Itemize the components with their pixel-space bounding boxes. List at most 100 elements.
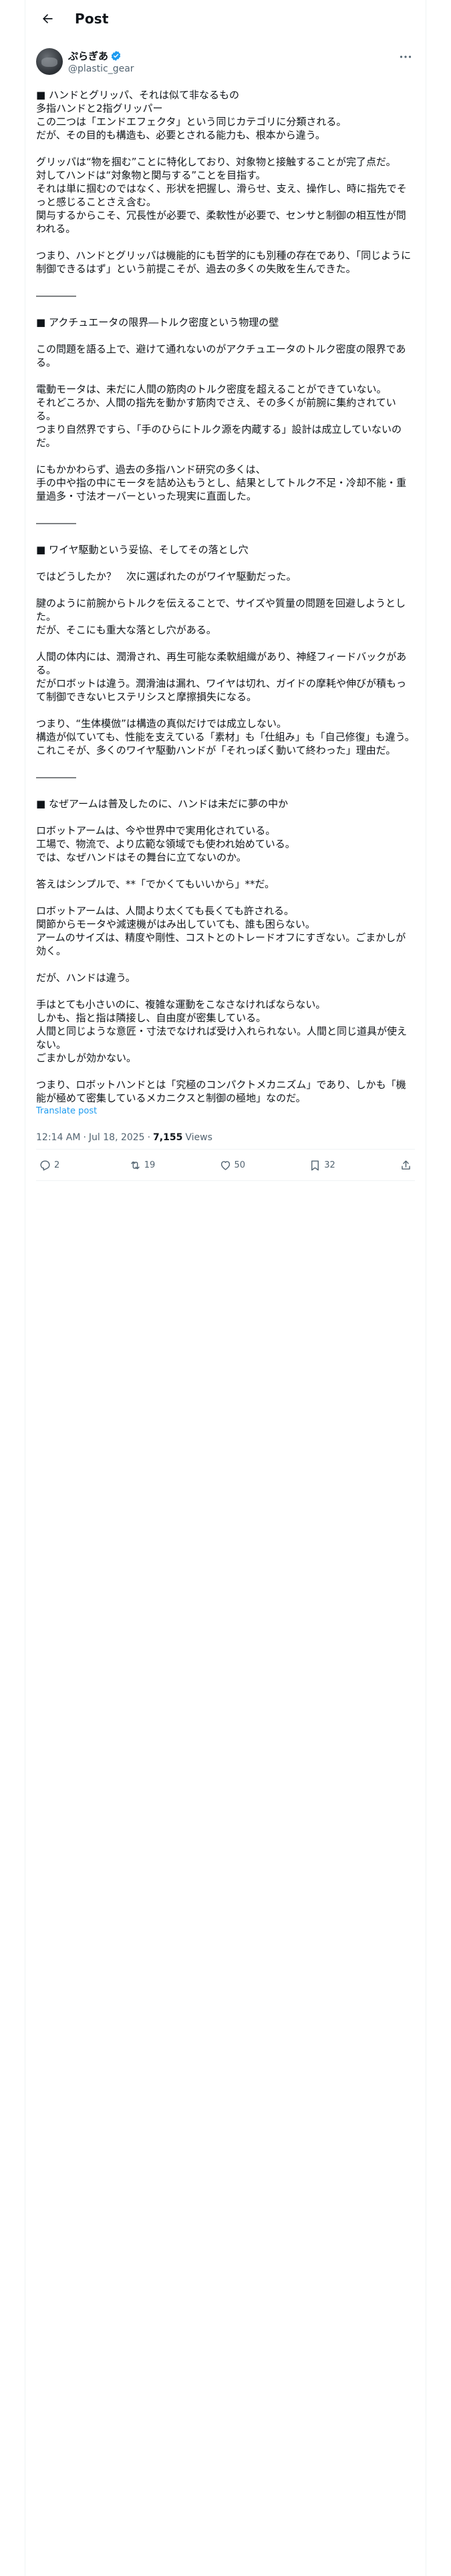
meta-separator: · bbox=[147, 1132, 151, 1143]
post-line: この問題を語る上で、避けて通れないのがアクチュエータのトルク密度の限界である。 bbox=[36, 343, 406, 368]
post-line: アームのサイズは、精度や剛性、コストとのトレードオフにすぎない。ごまかしが効く。 bbox=[36, 932, 406, 957]
reply-icon bbox=[40, 1160, 50, 1170]
post-line: 対してハンドは“対象物と関与する”ことを目指す。 bbox=[36, 169, 266, 181]
heart-icon bbox=[220, 1160, 230, 1170]
post-line: つまり、“生体模倣”は構造の真似だけでは成立しない。 bbox=[36, 718, 287, 730]
like-count: 50 bbox=[234, 1160, 246, 1170]
action-bar: 2 19 50 32 bbox=[36, 1149, 415, 1181]
post-line: 多指ハンドと2指グリッパー bbox=[36, 102, 163, 114]
views-label: Views bbox=[185, 1132, 212, 1143]
bookmark-icon bbox=[311, 1160, 319, 1170]
post-line: 人間と同じような意匠・寸法でなければ受け入れられない。人間と同じ道具が使えない。 bbox=[36, 1025, 408, 1051]
section-divider: ―――― bbox=[36, 290, 76, 302]
post-line: 答えはシンプルで、**「でかくてもいいから」**だ。 bbox=[36, 878, 275, 890]
translate-post-link[interactable]: Translate post bbox=[36, 1106, 415, 1117]
reply-count: 2 bbox=[54, 1160, 60, 1170]
share-icon bbox=[402, 1160, 410, 1170]
post-line: にもかかわらず、過去の多指ハンド研究の多くは、 bbox=[36, 463, 266, 475]
post-column: Post ぷらぎあ @plastic_gear ■ ハンドとグリッパ、それは似て… bbox=[25, 0, 426, 2576]
top-bar: Post bbox=[25, 0, 426, 37]
post-line: それどころか、人間の指先を動かす筋肉でさえ、その多くが前腕に集約されている。 bbox=[36, 397, 396, 422]
meta-separator: · bbox=[83, 1132, 86, 1143]
post-line: 工場で、物流で、より広範な領域でも使われ始めている。 bbox=[36, 838, 295, 850]
post-line: 手はとても小さいのに、複雑な運動をこなさなければならない。 bbox=[36, 998, 326, 1010]
post-line: 関与するからこそ、冗長性が必要で、柔軟性が必要で、センサと制御の相互性が問われる… bbox=[36, 209, 406, 235]
repost-icon bbox=[130, 1161, 140, 1169]
post-line: この二つは「エンドエフェクタ」という同じカテゴリに分類される。 bbox=[36, 116, 347, 128]
post-line: だが、その目的も構造も、必要とされる能力も、根本から違う。 bbox=[36, 129, 325, 141]
bookmark-button[interactable]: 32 bbox=[309, 1159, 349, 1172]
post-line: つまり、ロボットハンドとは「究極のコンパクトメカニズム」であり、しかも「機能が極… bbox=[36, 1079, 406, 1104]
repost-button[interactable]: 19 bbox=[129, 1159, 169, 1172]
post-line: ロボットアームは、人間より太くても長くても許される。 bbox=[36, 905, 294, 917]
author-row: ぷらぎあ @plastic_gear bbox=[25, 37, 426, 79]
post-line: これこそが、多くのワイヤ駆動ハンドが「それっぽく動いて終わった」理由だ。 bbox=[36, 744, 396, 756]
section-divider: ―――― bbox=[36, 771, 76, 783]
views-count: 7,155 bbox=[153, 1132, 183, 1143]
section-heading: ■ アクチュエータの限界―トルク密度という物理の壁 bbox=[36, 316, 279, 328]
section-heading: ■ なぜアームは普及したのに、ハンドは未だに夢の中か bbox=[36, 798, 289, 810]
post-line: それは単に掴むのではなく、形状を把握し、滑らせ、支え、操作し、時に指先でそっと感… bbox=[36, 183, 407, 208]
post-text: ■ ハンドとグリッパ、それは似て非なるもの 多指ハンドと2指グリッパーこの二つは「… bbox=[36, 88, 415, 1105]
verified-badge-icon bbox=[110, 50, 122, 62]
post-line: 腱のように前腕からトルクを伝えることで、サイズや質量の問題を回避しようとした。 bbox=[36, 597, 406, 623]
display-name[interactable]: ぷらぎあ bbox=[68, 49, 108, 63]
post-line: では、なぜハンドはその舞台に立てないのか。 bbox=[36, 851, 247, 863]
section-heading: ■ ハンドとグリッパ、それは似て非なるもの bbox=[36, 89, 239, 101]
author-names: ぷらぎあ @plastic_gear bbox=[68, 49, 134, 74]
post-line: ロボットアームは、今や世界中で実用化されている。 bbox=[36, 825, 276, 837]
back-arrow-icon bbox=[43, 14, 53, 23]
page-title: Post bbox=[75, 11, 109, 27]
more-options-button[interactable] bbox=[396, 49, 415, 64]
post-body: ■ ハンドとグリッパ、それは似て非なるもの 多指ハンドと2指グリッパーこの二つは「… bbox=[25, 79, 426, 1117]
post-date[interactable]: Jul 18, 2025 bbox=[89, 1132, 145, 1143]
post-meta: 12:14 AM · Jul 18, 2025 · 7,155 Views bbox=[25, 1117, 426, 1149]
author-handle[interactable]: @plastic_gear bbox=[68, 64, 134, 74]
post-line: 関節からモータや減速機がはみ出していても、誰も困らない。 bbox=[36, 918, 315, 930]
post-line: しかも、指と指は隣接し、自由度が密集している。 bbox=[36, 1012, 267, 1024]
post-line: 手の中や指の中にモータを詰め込もうとし、結果としてトルク不足・冷却不能・重量過多… bbox=[36, 477, 407, 502]
back-button[interactable] bbox=[36, 7, 59, 30]
post-line: 構造が似ていても、性能を支えている「素材」も「仕組み」も「自己修復」も違う。 bbox=[36, 731, 415, 743]
like-button[interactable]: 50 bbox=[219, 1159, 259, 1172]
post-line: ではどうしたか？ 次に選ばれたのがワイヤ駆動だった。 bbox=[36, 570, 297, 582]
post-line: つまり自然界ですら、「手のひらにトルク源を内蔵する」設計は成立していないのだ。 bbox=[36, 423, 402, 449]
post-line: グリッパは“物を掴む”ことに特化しており、対象物と接触することが完了点だ。 bbox=[36, 156, 396, 168]
post-line: だが、ハンドは違う。 bbox=[36, 972, 136, 984]
post-line: だが、そこにも重大な落とし穴がある。 bbox=[36, 624, 216, 636]
avatar[interactable] bbox=[36, 48, 63, 75]
post-line: つまり、ハンドとグリッパは機能的にも哲学的にも別種の存在であり、「同じように制御… bbox=[36, 249, 412, 275]
section-divider: ―――― bbox=[36, 517, 76, 529]
share-button[interactable] bbox=[399, 1159, 412, 1172]
repost-count: 19 bbox=[144, 1160, 156, 1170]
post-time[interactable]: 12:14 AM bbox=[36, 1132, 80, 1143]
post-line: ごまかしが効かない。 bbox=[36, 1052, 137, 1064]
more-dots-icon bbox=[400, 56, 412, 58]
display-name-row: ぷらぎあ bbox=[68, 49, 134, 63]
post-line: 人間の体内には、潤滑され、再生可能な柔軟組織があり、神経フィードバックがある。 bbox=[36, 651, 407, 676]
section-heading: ■ ワイヤ駆動という妥協、そしてその落とし穴 bbox=[36, 544, 249, 556]
post-line: 電動モータは、未だに人間の筋肉のトルク密度を超えることができていない。 bbox=[36, 383, 387, 395]
bookmark-count: 32 bbox=[324, 1160, 335, 1170]
reply-button[interactable]: 2 bbox=[39, 1159, 79, 1172]
